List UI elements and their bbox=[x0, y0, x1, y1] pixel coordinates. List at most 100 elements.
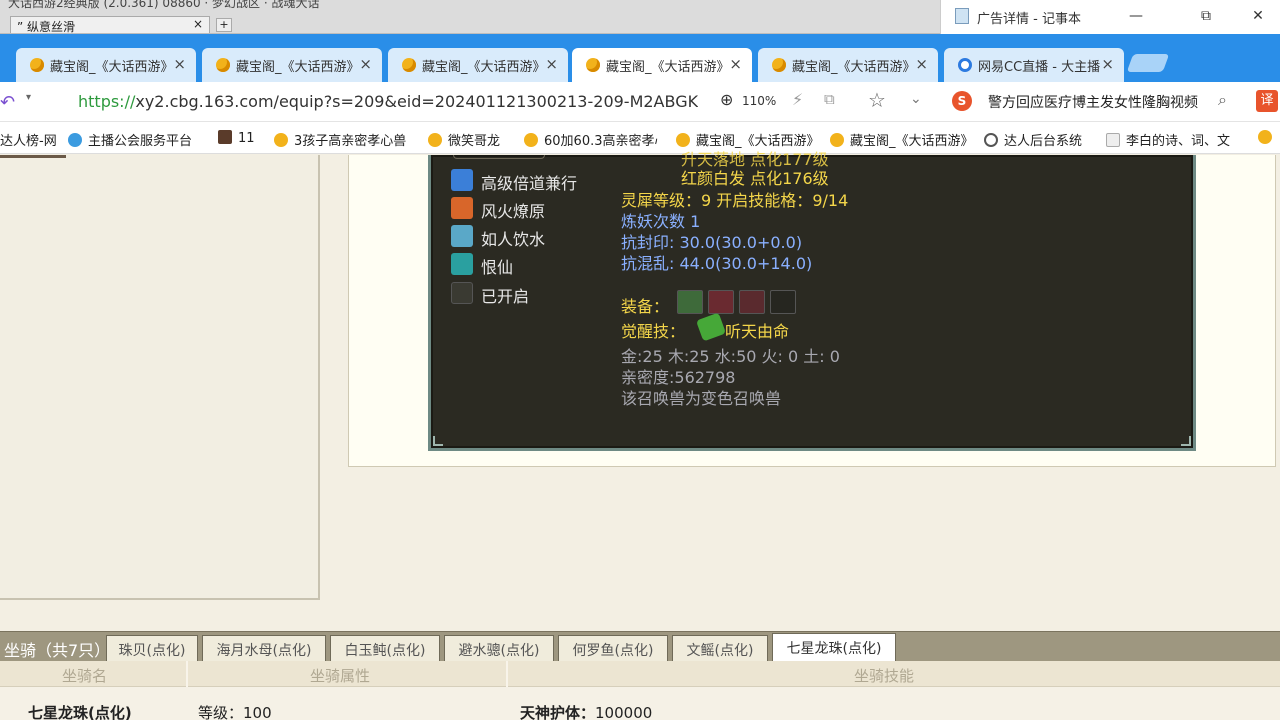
search-icon[interactable]: ⌕ bbox=[1218, 90, 1227, 110]
browser-tab[interactable]: 藏宝阁_《大话西游》 × bbox=[758, 48, 938, 82]
bookmark-icon bbox=[676, 133, 690, 147]
bookmark-icon bbox=[830, 133, 844, 147]
mount-skill: 天神护体：100000 bbox=[520, 704, 653, 720]
cbg-favicon-icon bbox=[586, 58, 600, 72]
bookmark-item[interactable]: 藏宝阁_《大话西游》 bbox=[830, 130, 970, 149]
cbg-favicon-icon bbox=[402, 58, 416, 72]
awaken-skill-icon[interactable] bbox=[695, 312, 727, 342]
cbg-favicon-icon bbox=[216, 58, 230, 72]
browser-tab[interactable]: 网易CC直播 - 大主播 × bbox=[944, 48, 1124, 82]
url-input[interactable]: https://xy2.cbg.163.com/equip?s=209&eid=… bbox=[78, 92, 698, 111]
bookmark-item[interactable] bbox=[1258, 130, 1280, 146]
cbg-favicon-icon bbox=[30, 58, 44, 72]
mount-tab[interactable]: 何罗鱼(点化) bbox=[558, 635, 668, 662]
close-icon[interactable]: × bbox=[545, 55, 558, 73]
corner-ornament-icon bbox=[433, 436, 443, 446]
bookmark-item[interactable]: 60加60.3高亲密孝心 bbox=[524, 130, 658, 149]
bookmark-icon bbox=[524, 133, 538, 147]
close-icon[interactable]: × bbox=[915, 55, 928, 73]
pet-info-panel: 高级倍道兼行 风火燎原 如人饮水 恨仙 已开启 升天落地 点化177级 红颜白发… bbox=[428, 150, 1196, 451]
bookmark-item[interactable]: 达人后台系统 bbox=[984, 130, 1094, 149]
sogou-icon[interactable]: S bbox=[952, 91, 972, 111]
bookmark-item[interactable]: 3孩子高亲密孝心兽 bbox=[274, 130, 414, 149]
equip-slot-icon[interactable] bbox=[677, 290, 703, 314]
browser-tab[interactable]: 藏宝阁_《大话西游》 × bbox=[202, 48, 382, 82]
mount-tab[interactable]: 避水骢(点化) bbox=[444, 635, 554, 662]
col-divider bbox=[186, 661, 188, 687]
equip-slot-icon[interactable] bbox=[739, 290, 765, 314]
awaken-skill-name[interactable]: 听天由命 bbox=[725, 318, 789, 342]
bookmark-item[interactable]: 主播公会服务平台 bbox=[68, 130, 208, 149]
browser-tab-active[interactable]: 藏宝阁_《大话西游》 × bbox=[572, 48, 752, 82]
zoom-level[interactable]: 110% bbox=[742, 94, 776, 108]
star-icon[interactable]: ☆ bbox=[868, 88, 886, 112]
equip-label: 装备： bbox=[621, 297, 670, 316]
restore-button[interactable]: ⧉ bbox=[1191, 5, 1221, 27]
col-header-skill: 坐骑技能 bbox=[854, 667, 915, 685]
mount-tab-bar: 坐骑（共7只） 珠贝(点化) 海月水母(点化) 白玉鲀(点化) 避水骢(点化) … bbox=[0, 631, 1280, 662]
bookmark-item[interactable]: 11 bbox=[218, 130, 262, 146]
translate-icon[interactable]: 译 bbox=[1256, 90, 1278, 112]
skill-icon bbox=[451, 282, 473, 304]
cbg-favicon-icon bbox=[772, 58, 786, 72]
close-icon[interactable]: × bbox=[1101, 55, 1114, 73]
news-search-suggestion[interactable]: 警方回应医疗博主发女性隆胸视频 bbox=[988, 92, 1216, 112]
skill-icon bbox=[451, 253, 473, 275]
bookmarks-bar: 达人榜-网易CC 主播公会服务平台 11 3孩子高亲密孝心兽 微笑哥龙 60加6… bbox=[0, 122, 1280, 154]
notepad-title: 广告详情 - 记事本 bbox=[977, 12, 1081, 27]
bolt-icon[interactable]: ⚡ bbox=[792, 90, 803, 109]
mount-level: 等级：100 bbox=[198, 704, 272, 720]
mount-tab[interactable]: 珠贝(点化) bbox=[106, 635, 198, 662]
mount-section-title: 坐骑（共7只） bbox=[4, 641, 111, 660]
panel-cap bbox=[453, 155, 545, 159]
new-tab-icon[interactable]: + bbox=[216, 18, 232, 32]
variant-note: 该召唤兽为变色召唤兽 bbox=[621, 389, 782, 408]
hongyan-level-text: 红颜白发 点化176级 bbox=[681, 169, 829, 188]
close-icon[interactable]: × bbox=[193, 17, 203, 31]
bookmark-item[interactable]: 达人榜-网易CC bbox=[0, 130, 56, 149]
bookmark-icon bbox=[428, 133, 442, 147]
new-tab-button[interactable] bbox=[1126, 54, 1170, 72]
bookmark-item[interactable]: 李白的诗、词、文 bbox=[1106, 130, 1240, 149]
bookmark-icon bbox=[274, 133, 288, 147]
browser-tab[interactable]: 藏宝阁_《大话西游》 × bbox=[16, 48, 196, 82]
col-divider bbox=[506, 661, 508, 687]
anti-chaos-stat: 抗混乱: 44.0(30.0+14.0) bbox=[621, 254, 813, 273]
tab-label: 藏宝阁_《大话西游》 bbox=[792, 60, 916, 75]
close-icon[interactable]: × bbox=[359, 55, 372, 73]
tab-label: 藏宝阁_《大话西游》 bbox=[422, 60, 546, 75]
share-icon[interactable]: ⧉ bbox=[824, 90, 835, 108]
url-text: xy2.cbg.163.com/equip?s=209&eid=20240112… bbox=[135, 92, 698, 111]
url-protocol: https:// bbox=[78, 92, 136, 111]
mount-tab[interactable]: 海月水母(点化) bbox=[202, 635, 326, 662]
close-button[interactable]: ✕ bbox=[1243, 5, 1273, 27]
mount-tab[interactable]: 文鳐(点化) bbox=[672, 635, 768, 662]
equip-slot-icon[interactable] bbox=[708, 290, 734, 314]
bookmark-icon bbox=[1106, 133, 1120, 147]
col-header-attr: 坐骑属性 bbox=[310, 667, 371, 685]
notepad-icon bbox=[955, 8, 969, 24]
notepad-window[interactable]: 广告详情 - 记事本 — ⧉ ✕ bbox=[940, 0, 1280, 34]
table-row: 七星龙珠(点化) 等级：100 天神护体：100000 bbox=[0, 687, 1280, 720]
close-icon[interactable]: × bbox=[729, 55, 742, 73]
equip-slot-icon[interactable] bbox=[770, 290, 796, 314]
undo-icon[interactable]: ↶ bbox=[0, 92, 15, 113]
bookmark-item[interactable]: 微笑哥龙 bbox=[428, 130, 512, 149]
browser-tab-bar: 藏宝阁_《大话西游》 × 藏宝阁_《大话西游》 × 藏宝阁_《大话西游》 × 藏… bbox=[0, 34, 1280, 82]
close-icon[interactable]: × bbox=[173, 55, 186, 73]
background-window-tab[interactable]: ” 纵意丝滑 × bbox=[10, 16, 210, 33]
skill-icon bbox=[451, 197, 473, 219]
browser-tab[interactable]: 藏宝阁_《大话西游》 × bbox=[388, 48, 568, 82]
zoom-icon[interactable]: ⊕ bbox=[720, 90, 733, 109]
chevron-down-icon[interactable]: ▾ bbox=[26, 92, 31, 103]
tab-label: 藏宝阁_《大话西游》 bbox=[606, 60, 730, 75]
background-window[interactable]: 大话西游2经典版 (2.0.361) 08860 · 梦幻战区 · 战魂大话 ”… bbox=[0, 0, 940, 34]
page-content: 高级倍道兼行 风火燎原 如人饮水 恨仙 已开启 升天落地 点化177级 红颜白发… bbox=[0, 150, 1280, 720]
mount-tab-active[interactable]: 七星龙珠(点化) bbox=[772, 633, 896, 662]
mount-tab[interactable]: 白玉鲀(点化) bbox=[330, 635, 440, 662]
chevron-down-icon[interactable]: ⌄ bbox=[910, 91, 922, 107]
minimize-button[interactable]: — bbox=[1121, 5, 1151, 27]
col-header-name: 坐骑名 bbox=[62, 667, 108, 685]
mount-table-header: 坐骑名 坐骑属性 坐骑技能 bbox=[0, 661, 1280, 687]
pet-thumbnail[interactable] bbox=[0, 155, 66, 158]
